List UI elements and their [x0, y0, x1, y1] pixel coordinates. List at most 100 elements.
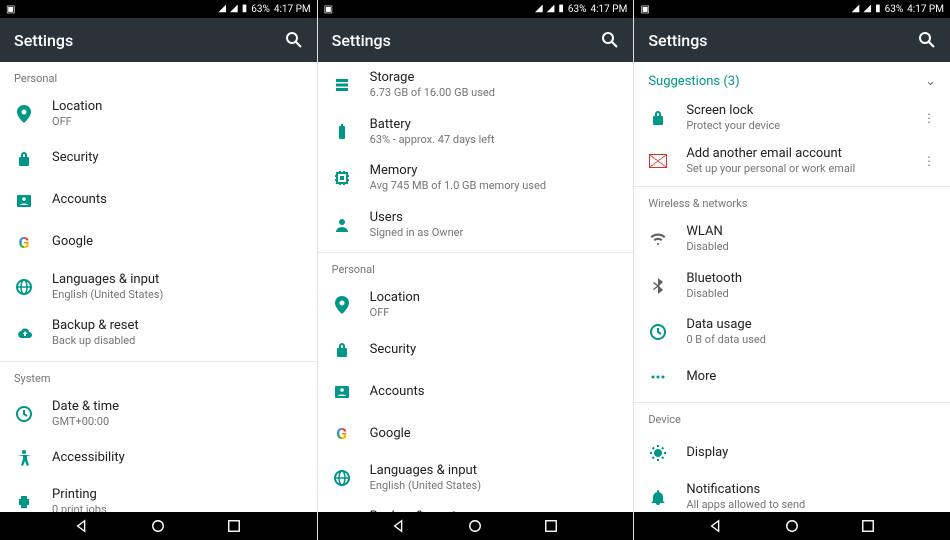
row-languages[interactable]: Languages & inputEnglish (United States)	[0, 264, 317, 311]
row-printing[interactable]: Printing0 print jobs	[0, 479, 317, 512]
signal-icon: ◢	[852, 4, 860, 14]
accessibility-icon	[14, 448, 34, 468]
pane-1: ▣ ◢ ◢ ▮ 63% 4:17 PM Settings Personal Lo…	[0, 0, 317, 540]
row-backup[interactable]: Backup & resetBack up disabled	[0, 310, 317, 357]
location-icon	[332, 295, 352, 315]
overflow-icon[interactable]: ⋮	[922, 111, 936, 125]
accounts-icon	[14, 191, 34, 211]
row-display[interactable]: Display	[634, 432, 950, 474]
backup-icon	[14, 323, 34, 343]
lock-icon	[332, 340, 352, 360]
google-icon: G	[332, 424, 352, 444]
nav-recent[interactable]	[226, 518, 242, 534]
signal-icon: ◢	[547, 4, 555, 14]
battery-percent: 63%	[568, 4, 587, 15]
search-icon[interactable]	[918, 31, 936, 49]
row-bluetooth[interactable]: BluetoothDisabled	[634, 263, 950, 310]
lock-icon	[648, 108, 668, 128]
section-personal: Personal	[318, 253, 634, 282]
status-bar: ▣ ◢ ◢ ▮ 63% 4:17 PM	[318, 0, 634, 18]
row-accounts[interactable]: Accounts	[318, 371, 634, 413]
pane-3: ▣ ◢ ◢ ▮ 63% 4:17 PM Settings Suggestions…	[633, 0, 950, 540]
row-security[interactable]: Security	[318, 329, 634, 371]
signal-icon: ◢	[230, 4, 238, 14]
row-add-email[interactable]: Add another email accountSet up your per…	[634, 140, 950, 183]
clock: 4:17 PM	[591, 4, 628, 15]
action-bar: Settings	[0, 18, 317, 62]
bluetooth-icon	[648, 276, 668, 296]
search-icon[interactable]	[601, 31, 619, 49]
suggestions-header[interactable]: Suggestions (3) ⌄	[634, 62, 950, 97]
nav-recent[interactable]	[543, 518, 559, 534]
gmail-icon	[648, 151, 668, 171]
nav-back[interactable]	[391, 518, 407, 534]
clock-icon	[14, 404, 34, 424]
nav-home[interactable]	[150, 518, 166, 534]
battery-icon: ▮	[558, 4, 564, 14]
action-bar: Settings	[318, 18, 634, 62]
battery-icon: ▮	[875, 4, 881, 14]
clock: 4:17 PM	[274, 4, 311, 15]
display-icon	[648, 443, 668, 463]
row-google[interactable]: G Google	[318, 413, 634, 455]
location-icon	[14, 104, 34, 124]
row-backup[interactable]: Backup & resetBack up disabled	[318, 501, 634, 512]
pane-2: ▣ ◢ ◢ ▮ 63% 4:17 PM Settings Storage6.73…	[317, 0, 634, 540]
notification-icon: ▣	[640, 4, 649, 15]
wifi-icon	[648, 229, 668, 249]
nav-home[interactable]	[784, 518, 800, 534]
status-bar: ▣ ◢ ◢ ▮ 63% 4:17 PM	[0, 0, 317, 18]
notification-icon: ▣	[324, 4, 333, 15]
action-bar: Settings	[634, 18, 950, 62]
nav-back[interactable]	[708, 518, 724, 534]
lock-icon	[14, 149, 34, 169]
row-storage[interactable]: Storage6.73 GB of 16.00 GB used	[318, 62, 634, 109]
nav-back[interactable]	[74, 518, 90, 534]
section-device: Device	[634, 403, 950, 432]
row-languages[interactable]: Languages & inputEnglish (United States)	[318, 455, 634, 502]
google-icon: G	[14, 233, 34, 253]
page-title: Settings	[648, 31, 707, 50]
page-title: Settings	[14, 31, 73, 50]
signal-icon: ◢	[218, 4, 226, 14]
row-security[interactable]: Security	[0, 138, 317, 180]
section-system: System	[0, 362, 317, 391]
row-data-usage[interactable]: Data usage0 B of data used	[634, 309, 950, 356]
more-icon	[648, 367, 668, 387]
nav-bar	[318, 512, 634, 540]
row-accessibility[interactable]: Accessibility	[0, 437, 317, 479]
overflow-icon[interactable]: ⋮	[922, 154, 936, 168]
row-users[interactable]: UsersSigned in as Owner	[318, 202, 634, 249]
row-wlan[interactable]: WLANDisabled	[634, 216, 950, 263]
battery-percent: 63%	[885, 4, 904, 15]
row-datetime[interactable]: Date & timeGMT+00:00	[0, 391, 317, 438]
nav-bar	[0, 512, 317, 540]
battery-icon	[332, 122, 352, 142]
page-title: Settings	[332, 31, 391, 50]
row-google[interactable]: G Google	[0, 222, 317, 264]
user-icon	[332, 215, 352, 235]
row-more[interactable]: More	[634, 356, 950, 398]
row-memory[interactable]: MemoryAvg 745 MB of 1.0 GB memory used	[318, 155, 634, 202]
row-location[interactable]: LocationOFF	[318, 282, 634, 329]
nav-home[interactable]	[467, 518, 483, 534]
bell-icon	[648, 487, 668, 507]
nav-bar	[634, 512, 950, 540]
nav-recent[interactable]	[860, 518, 876, 534]
notification-icon: ▣	[6, 4, 15, 15]
accounts-icon	[332, 382, 352, 402]
clock: 4:17 PM	[907, 4, 944, 15]
section-personal: Personal	[0, 62, 317, 91]
row-notifications[interactable]: NotificationsAll apps allowed to send	[634, 474, 950, 512]
row-accounts[interactable]: Accounts	[0, 180, 317, 222]
status-bar: ▣ ◢ ◢ ▮ 63% 4:17 PM	[634, 0, 950, 18]
row-screen-lock[interactable]: Screen lockProtect your device ⋮	[634, 97, 950, 140]
row-battery[interactable]: Battery63% - approx. 47 days left	[318, 109, 634, 156]
signal-icon: ◢	[535, 4, 543, 14]
row-location[interactable]: LocationOFF	[0, 91, 317, 138]
signal-icon: ◢	[863, 4, 871, 14]
storage-icon	[332, 75, 352, 95]
print-icon	[14, 492, 34, 512]
search-icon[interactable]	[285, 31, 303, 49]
battery-icon: ▮	[242, 4, 248, 14]
